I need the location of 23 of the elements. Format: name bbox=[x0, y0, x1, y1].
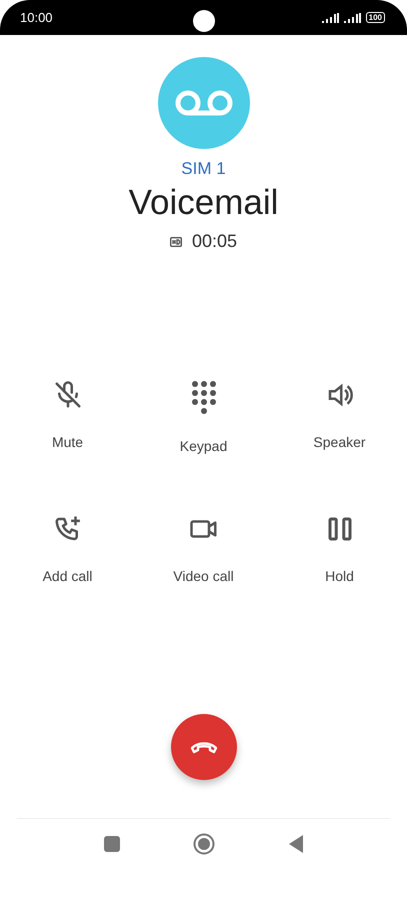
call-control-button[interactable]: Hold bbox=[272, 514, 407, 584]
call-control-button[interactable]: Keypad bbox=[136, 380, 272, 454]
voicemail-icon bbox=[174, 88, 234, 118]
back-icon[interactable] bbox=[289, 835, 304, 853]
microphone-off-icon bbox=[52, 380, 82, 410]
hd-icon bbox=[170, 236, 182, 246]
keypad-icon bbox=[190, 380, 218, 414]
signal-icon bbox=[322, 12, 340, 22]
status-time: 10:00 bbox=[20, 10, 53, 25]
call-control-button[interactable]: Video call bbox=[136, 514, 272, 584]
call-control-button[interactable]: Speaker bbox=[272, 380, 407, 454]
caller-name: Voicemail bbox=[128, 183, 278, 223]
signal-icon bbox=[344, 12, 362, 22]
recents-icon[interactable] bbox=[104, 836, 120, 852]
call-control-button[interactable]: Mute bbox=[0, 380, 136, 454]
home-icon[interactable] bbox=[193, 833, 216, 855]
call-duration: 00:05 bbox=[192, 231, 238, 252]
end-call-button[interactable] bbox=[170, 714, 236, 780]
battery-level: 100 bbox=[366, 12, 385, 23]
sim-label: SIM 1 bbox=[181, 159, 226, 179]
camera-cutout bbox=[193, 10, 215, 32]
call-control-button[interactable]: Add call bbox=[0, 514, 136, 584]
hang-up-icon bbox=[190, 740, 218, 754]
